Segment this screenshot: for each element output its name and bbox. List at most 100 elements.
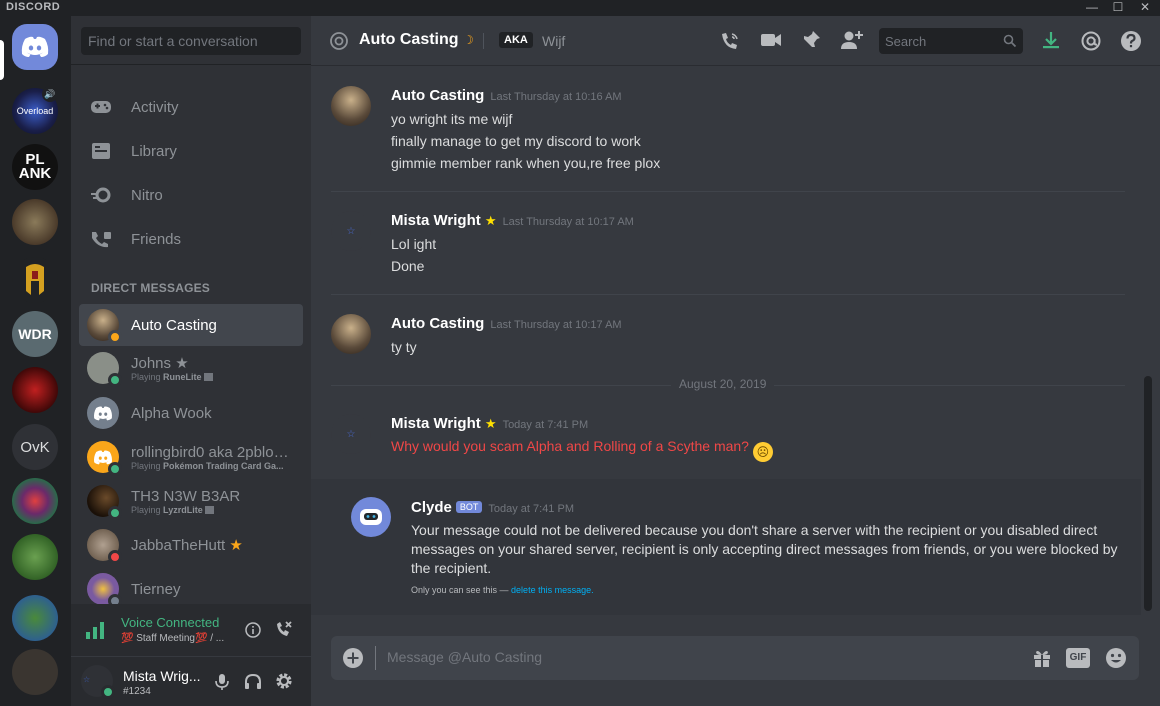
dm-item-jabbathehutt[interactable]: JabbaTheHutt ★ (79, 524, 303, 566)
rich-presence-icon (204, 373, 214, 381)
avatar[interactable] (331, 314, 371, 354)
home-button[interactable] (12, 24, 58, 70)
dm-item-th3-n3w-b3ar[interactable]: TH3 N3W B3AR Playing LyzrdLite (79, 480, 303, 522)
add-friend-icon[interactable] (840, 29, 864, 51)
rich-presence-icon (205, 505, 215, 514)
help-icon[interactable] (1120, 30, 1142, 52)
avatar: ☆ (81, 665, 115, 699)
aka-name: Wijf (542, 33, 566, 49)
message-text: Lol ight (391, 236, 437, 252)
nav-friends[interactable]: Friends (79, 219, 303, 259)
delete-message-link[interactable]: delete this message. (511, 585, 594, 595)
message-author[interactable]: Mista Wright ★ Today at 7:41 PM (391, 415, 588, 432)
nav-nitro[interactable]: Nitro (79, 175, 303, 215)
clyde-author: Clyde BOT Today at 7:41 PM (411, 499, 574, 516)
server-icon-pepe[interactable] (12, 595, 58, 641)
avatar[interactable]: ☆ (331, 211, 371, 251)
user-discriminator: #1234 (123, 686, 151, 697)
message-composer[interactable]: Message @Auto Casting GIF (331, 636, 1139, 680)
message-author[interactable]: Mista Wright ★ Last Thursday at 10:17 AM (391, 212, 634, 229)
voice-panel: Voice Connected 💯 Staff Meeting💯 / ... (71, 604, 311, 657)
info-icon[interactable] (245, 622, 261, 638)
server-icon-plank[interactable]: PL ANK (12, 144, 58, 190)
download-icon[interactable] (1041, 30, 1061, 50)
ephemeral-note: Only you can see this — delete this mess… (411, 585, 594, 595)
mentions-icon[interactable] (1080, 30, 1102, 52)
message-timestamp: Last Thursday at 10:17 AM (490, 319, 622, 331)
bot-badge: BOT (455, 501, 483, 513)
server-icon-red[interactable] (12, 367, 58, 413)
dm-name: Alpha Wook (131, 404, 212, 422)
default-avatar-icon (94, 450, 112, 464)
voice-call-icon[interactable] (719, 31, 741, 51)
message-text: gimmie member rank when you,re free plox (391, 155, 661, 171)
avatar (87, 352, 122, 387)
minimize-icon[interactable]: — (1078, 0, 1106, 16)
nav-library[interactable]: Library (79, 131, 303, 171)
controller-icon (81, 99, 121, 115)
nav-nitro-label: Nitro (131, 186, 163, 204)
star-icon: ★ (484, 213, 497, 228)
direct-messages-header: DIRECT MESSAGES (91, 281, 211, 295)
friends-icon (81, 230, 121, 248)
header-search-input[interactable]: Search (879, 28, 1023, 54)
speaker-icon: 🔊 (42, 86, 58, 102)
server-rail: Overload 🔊 PL ANK WDR OvK (0, 16, 71, 706)
clyde-system-message: Clyde BOT Today at 7:41 PM Your message co… (311, 479, 1141, 615)
dm-item-alpha-wook[interactable]: Alpha Wook (79, 392, 303, 434)
nav-activity[interactable]: Activity (79, 87, 303, 127)
settings-gear-icon[interactable] (275, 672, 293, 690)
avatar (87, 441, 122, 476)
close-icon[interactable]: ✕ (1131, 0, 1159, 16)
maximize-icon[interactable]: ☐ (1104, 0, 1132, 16)
server-icon-mandala[interactable] (12, 478, 58, 524)
gif-picker-button[interactable]: GIF (1066, 648, 1090, 668)
upload-plus-icon[interactable] (343, 648, 363, 668)
helmet-icon (26, 264, 44, 295)
dm-item-johns[interactable]: Johns ★ Playing RuneLite (79, 347, 303, 389)
dm-sidebar: Find or start a conversation Activity Li… (71, 16, 311, 706)
online-status-icon (108, 462, 122, 476)
message-divider (331, 294, 1125, 295)
voice-channel[interactable]: 💯 Staff Meeting💯 / ... (121, 633, 224, 644)
server-icon-hammer[interactable] (12, 649, 58, 695)
pin-icon[interactable] (801, 30, 821, 50)
chat-scrollbar[interactable] (1144, 376, 1152, 611)
date-divider-label: August 20, 2019 (671, 377, 775, 391)
search-icon (1003, 34, 1017, 48)
server-icon-helmet[interactable] (12, 257, 58, 303)
online-status-icon (108, 373, 122, 387)
voice-status: Voice Connected (121, 615, 220, 630)
dm-name: JabbaTheHutt ★ (131, 537, 243, 554)
dm-item-auto-casting[interactable]: Auto Casting (79, 304, 303, 346)
nav-library-label: Library (131, 142, 177, 160)
microphone-icon[interactable] (214, 673, 230, 691)
aka-badge: AKA (499, 32, 533, 48)
message-timestamp: Last Thursday at 10:17 AM (502, 216, 634, 228)
gift-icon[interactable] (1032, 648, 1052, 668)
video-call-icon[interactable] (760, 32, 782, 48)
message-text: finally manage to get my discord to work (391, 133, 641, 149)
server-icon-knight[interactable] (12, 199, 58, 245)
message-input[interactable]: Message @Auto Casting (387, 649, 542, 665)
nav-activity-label: Activity (131, 98, 179, 116)
app-brand: DISCORD (6, 1, 61, 13)
emoji-picker-icon[interactable] (1105, 647, 1127, 669)
server-icon-ovk[interactable]: OvK (12, 424, 58, 470)
dnd-status-icon (108, 550, 122, 564)
headphones-icon[interactable] (244, 673, 262, 691)
dm-name: Auto Casting (131, 316, 217, 334)
avatar[interactable] (331, 86, 371, 126)
message-text: Done (391, 258, 425, 274)
wright-logo-icon: ☆ (346, 428, 356, 440)
disconnect-icon[interactable] (275, 620, 293, 638)
dm-activity: Playing LyzrdLite (131, 505, 296, 515)
find-conversation-input[interactable]: Find or start a conversation (81, 27, 301, 55)
server-icon-wdr[interactable]: WDR (12, 311, 58, 357)
avatar[interactable]: ☆ (331, 414, 371, 454)
message-author[interactable]: Auto Casting Last Thursday at 10:17 AM (391, 315, 622, 332)
message-author[interactable]: Auto Casting Last Thursday at 10:16 AM (391, 87, 622, 104)
server-icon-dino[interactable] (12, 534, 58, 580)
dm-item-rollingbird[interactable]: rollingbird0 aka 2pbloa... Playing Pokém… (79, 436, 303, 478)
clyde-text: Your message could not be delivered beca… (411, 522, 1118, 576)
